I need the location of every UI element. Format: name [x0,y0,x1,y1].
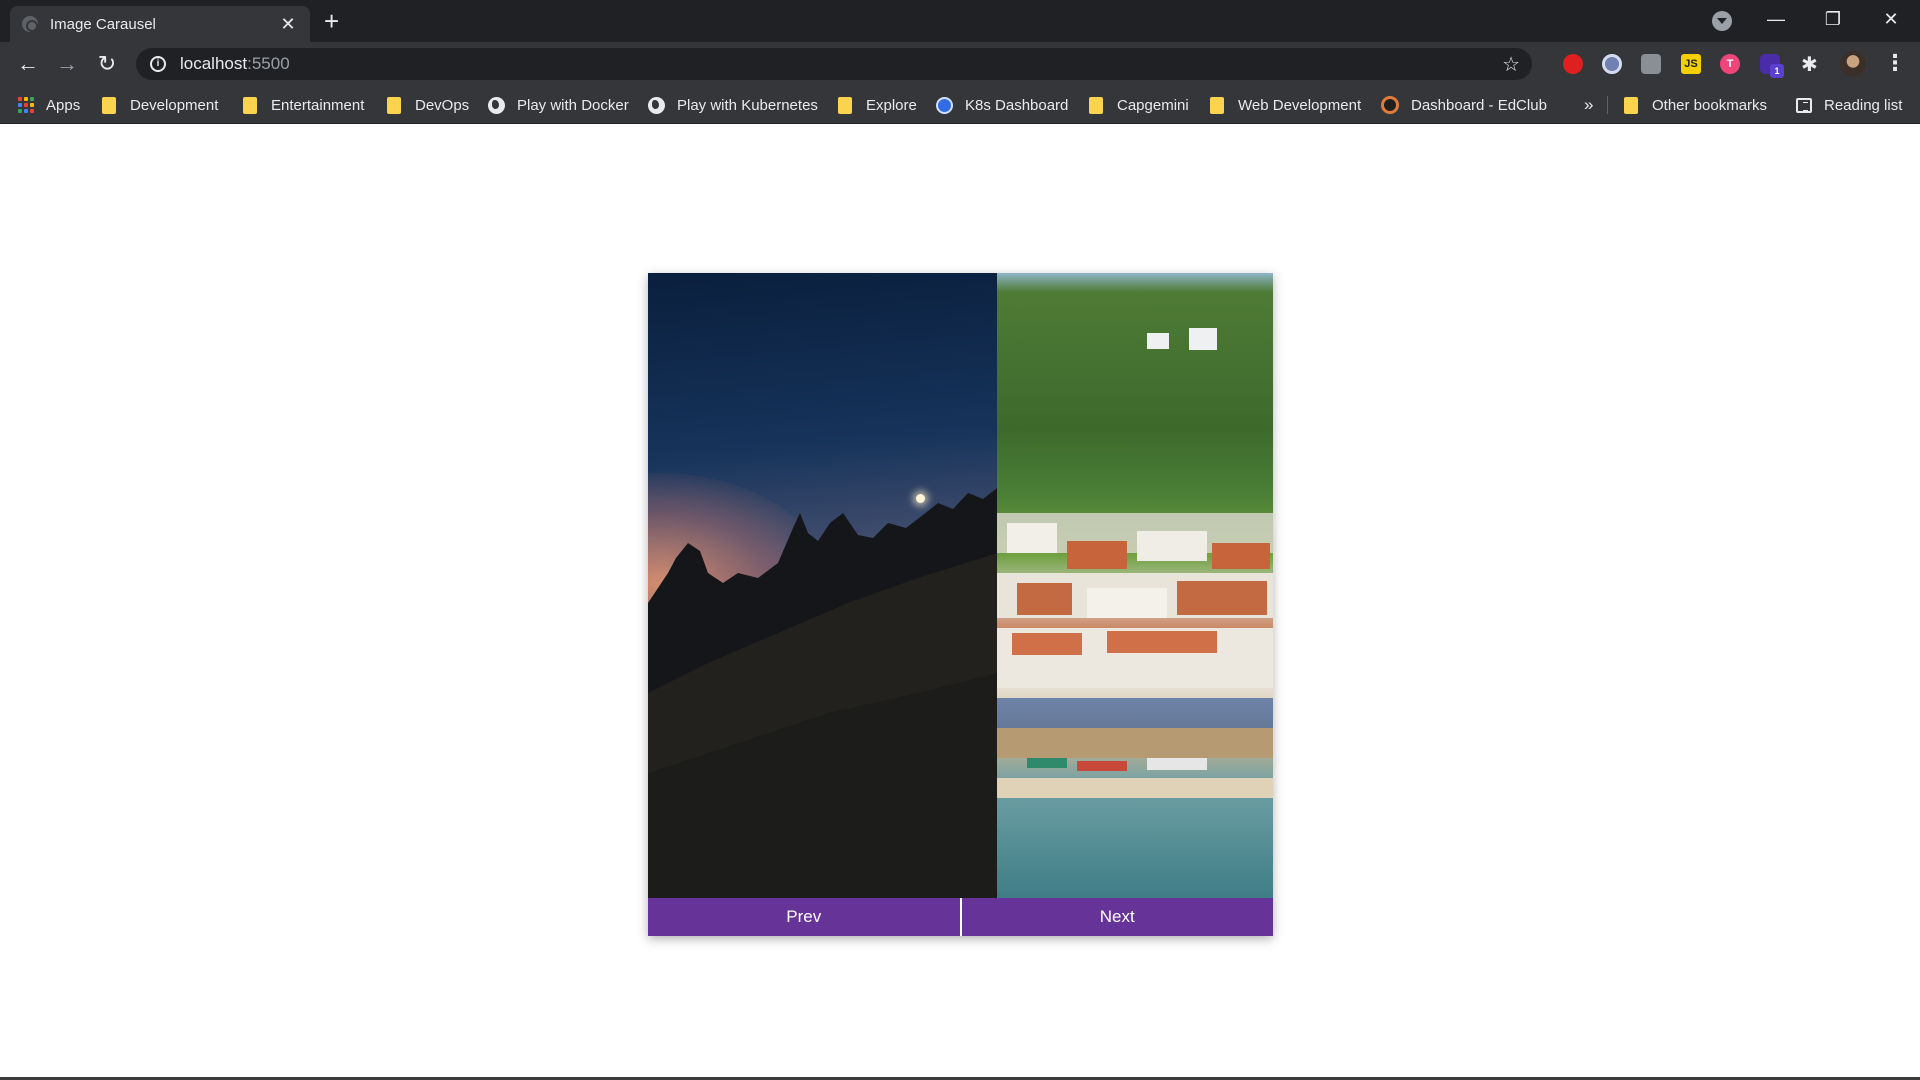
extensions-puzzle-icon[interactable]: ✱ [1801,52,1818,77]
close-tab-icon[interactable]: ✕ [278,14,298,35]
new-tab-button[interactable]: + [324,8,339,34]
prev-button[interactable]: Prev [648,898,962,936]
bookmark-label: Apps [46,96,81,114]
bookmark-folder-devops[interactable]: DevOps [387,86,469,124]
bookmark-k8s-dashboard[interactable]: K8s Dashboard [936,86,1068,124]
url-host: localhost [180,54,248,73]
restore-button[interactable]: ❐ [1810,4,1856,34]
bookmark-label: Entertainment [271,96,365,114]
bookmark-label: Play with Kubernetes [677,96,818,114]
seaside-village-photo [997,273,1273,898]
folder-icon [1210,96,1224,114]
site-info-icon[interactable]: i [150,56,166,72]
bookmark-label: DevOps [415,96,470,114]
globe-icon [488,96,505,114]
bookmark-label: Web Development [1238,96,1362,114]
bookmark-label: Play with Docker [517,96,629,114]
purple-extension-icon[interactable]: 1 [1760,54,1784,78]
reload-button[interactable]: ↻ [93,50,121,78]
bookmark-apps[interactable]: Apps [18,86,80,124]
bookmark-label: K8s Dashboard [965,96,1069,114]
next-button[interactable]: Next [961,898,1273,936]
bookmark-label: Development [130,96,219,114]
profile-avatar[interactable] [1840,51,1866,77]
bookmark-label: Reading list [1824,96,1903,114]
folder-icon [102,96,116,114]
privacy-extension-icon[interactable] [1602,54,1622,74]
night-hill-moon-photo [648,273,997,898]
image-carousel: Prev Next [648,273,1273,936]
globe-icon [648,96,665,114]
bookmark-folder-development[interactable]: Development [102,86,218,124]
browser-menu-icon[interactable]: ⋮ [1884,50,1906,76]
address-bar[interactable]: i localhost :5500 ☆ [136,48,1532,80]
folder-icon [838,96,852,114]
bookmark-play-with-docker[interactable]: Play with Docker [488,86,629,124]
village-buildings [997,328,1273,798]
tab-title: Image Carausel [50,15,156,33]
bookmark-label: Other bookmarks [1652,96,1768,114]
bookmark-folder-web-development[interactable]: Web Development [1210,86,1361,124]
edclub-icon [1381,96,1399,114]
folder-icon [243,96,257,114]
bookmarks-divider [1607,96,1608,114]
bookmark-label: Capgemini [1117,96,1189,114]
folder-icon [1089,96,1103,114]
back-button[interactable]: ← [14,50,42,78]
apps-grid-icon [18,97,34,113]
bookmarks-bar: Apps Development Entertainment DevOps Pl… [0,86,1920,124]
bookmark-folder-capgemini[interactable]: Capgemini [1089,86,1189,124]
bookmark-label: Explore [866,96,917,114]
carousel-track [648,273,1273,898]
browser-tab[interactable]: Image Carausel ✕ [10,6,310,42]
bookmarks-overflow-button[interactable]: » [1584,86,1593,124]
kubernetes-icon [936,96,953,114]
bookmark-folder-other[interactable]: Other bookmarks [1624,86,1767,124]
minimize-button[interactable]: — [1753,4,1799,34]
globe-icon [22,16,38,32]
tree-silhouette-hill [648,488,997,898]
bookmark-folder-entertainment[interactable]: Entertainment [243,86,364,124]
bookmark-dashboard-edclub[interactable]: Dashboard - EdClub [1381,86,1547,124]
reading-list-button[interactable]: Reading list [1796,86,1902,124]
bookmark-play-with-kubernetes[interactable]: Play with Kubernetes [648,86,818,124]
carousel-controls: Prev Next [648,898,1273,936]
t-extension-icon[interactable]: T [1720,54,1740,74]
tab-search-icon[interactable] [1712,11,1732,31]
js-extension-icon[interactable]: JS [1681,54,1701,74]
close-window-button[interactable]: ✕ [1868,4,1914,34]
bookmark-star-icon[interactable]: ☆ [1502,52,1520,77]
forward-button[interactable]: → [53,50,81,78]
folder-icon [387,96,401,114]
reading-list-icon [1796,97,1812,113]
folder-icon [1624,96,1638,114]
browser-toolbar: ← → ↻ i localhost :5500 ☆ JS T 1 ✱ ⋮ [0,42,1920,86]
window-extension-icon[interactable] [1641,54,1661,74]
url-port: :5500 [247,54,290,73]
tab-strip: Image Carausel ✕ + — ❐ ✕ [0,0,1920,42]
bookmark-folder-explore[interactable]: Explore [838,86,917,124]
adblock-extension-icon[interactable] [1563,54,1583,74]
extension-badge: 1 [1770,64,1784,78]
bookmark-label: Dashboard - EdClub [1411,96,1547,114]
